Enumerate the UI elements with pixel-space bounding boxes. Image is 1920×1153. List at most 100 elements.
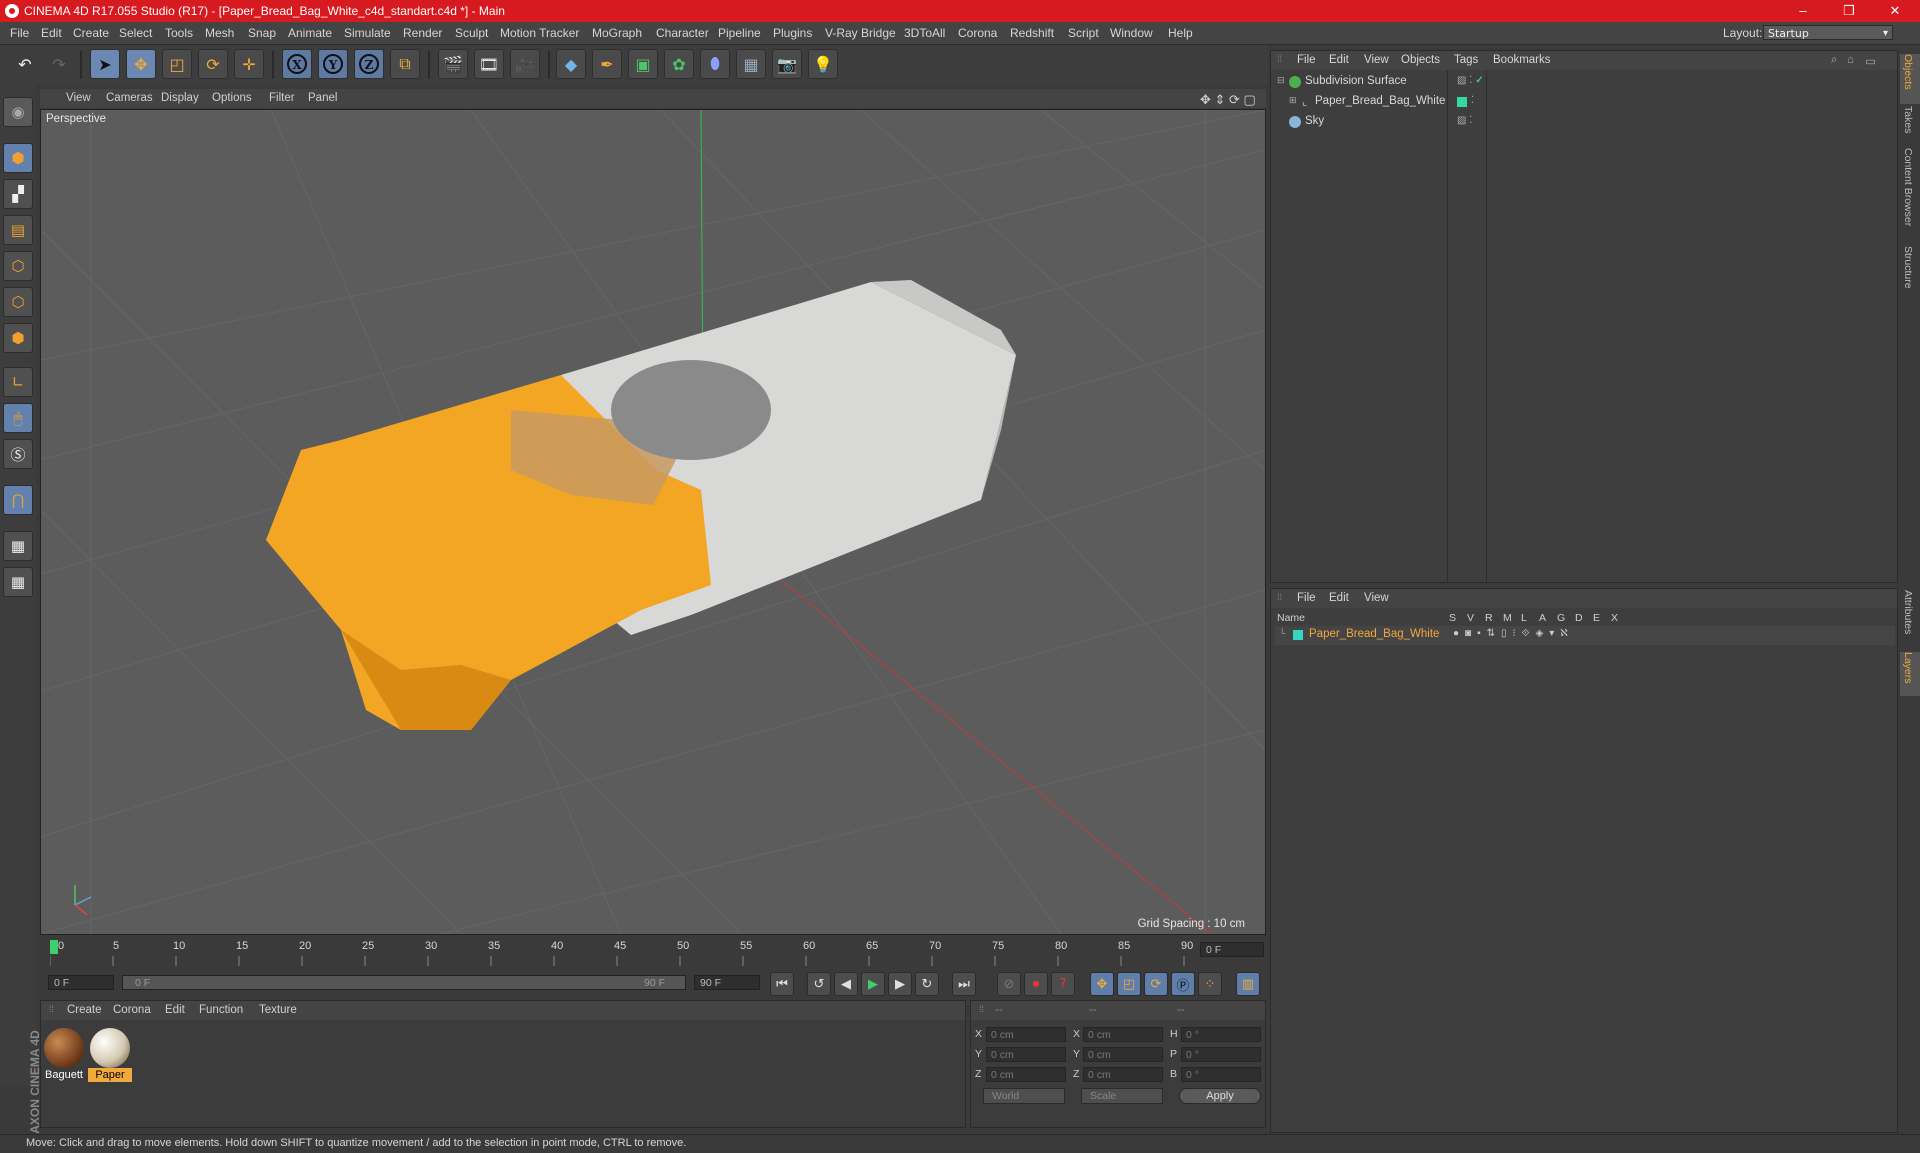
- polygons-mode-button[interactable]: ⬢: [3, 323, 33, 353]
- last-tool-button[interactable]: ✛: [234, 49, 264, 79]
- column-xref[interactable]: X: [1611, 612, 1618, 624]
- material-menu-edit[interactable]: Edit: [165, 1004, 185, 1016]
- layer-flag-icons[interactable]: ●◙▪⇅▯⁝⟐◈▾ℵ: [1453, 628, 1574, 639]
- objects-menu-view[interactable]: View: [1364, 54, 1389, 66]
- workplane-mode-button[interactable]: ▤: [3, 215, 33, 245]
- column-name[interactable]: Name: [1277, 612, 1305, 624]
- objects-menu-objects[interactable]: Objects: [1401, 54, 1440, 66]
- add-camera-button[interactable]: 📷: [772, 49, 802, 79]
- objects-menu-tags[interactable]: Tags: [1454, 54, 1478, 66]
- tab-content-browser[interactable]: Content Browser: [1900, 148, 1920, 244]
- end-frame-field[interactable]: 90 F: [694, 975, 760, 990]
- column-deformers[interactable]: D: [1575, 612, 1583, 624]
- menu-window[interactable]: Window: [1110, 26, 1153, 40]
- play-button[interactable]: ▶: [861, 972, 885, 996]
- material-menu-texture[interactable]: Texture: [259, 1004, 297, 1016]
- close-button[interactable]: ✕: [1872, 0, 1918, 22]
- pos-y-field[interactable]: 0 cm: [986, 1047, 1066, 1062]
- key-parameter-button[interactable]: Ⓟ: [1171, 972, 1195, 996]
- objects-menu-edit[interactable]: Edit: [1329, 54, 1349, 66]
- size-y-field[interactable]: 0 cm: [1083, 1047, 1163, 1062]
- viewport-menu-view[interactable]: View: [66, 92, 91, 104]
- menu-vray-bridge[interactable]: V-Ray Bridge: [825, 26, 896, 40]
- tab-takes[interactable]: Takes: [1900, 106, 1920, 146]
- snap-button[interactable]: Ⓢ: [3, 439, 33, 469]
- goto-end-button[interactable]: ⏭: [952, 972, 976, 996]
- rot-h-field[interactable]: 0 °: [1181, 1027, 1261, 1042]
- column-manager[interactable]: M: [1503, 612, 1512, 624]
- redo-button[interactable]: ↷: [44, 49, 74, 79]
- keyframe-selection-button[interactable]: ?: [1051, 972, 1075, 996]
- menu-character[interactable]: Character: [656, 26, 709, 40]
- rot-p-field[interactable]: 0 °: [1181, 1047, 1261, 1062]
- menu-redshift[interactable]: Redshift: [1010, 26, 1054, 40]
- start-frame-field[interactable]: 0 F: [48, 975, 114, 990]
- render-picture-viewer-button[interactable]: 🎞: [474, 49, 504, 79]
- menu-edit[interactable]: Edit: [41, 26, 62, 40]
- column-locked[interactable]: L: [1521, 612, 1527, 624]
- workplane-lock-button[interactable]: ▦: [3, 531, 33, 561]
- key-position-button[interactable]: ✥: [1090, 972, 1114, 996]
- menu-help[interactable]: Help: [1168, 26, 1193, 40]
- coordinate-mode-select[interactable]: Scale: [1081, 1088, 1163, 1104]
- select-tool-button[interactable]: ➤: [90, 49, 120, 79]
- material-menu-corona[interactable]: Corona: [113, 1004, 151, 1016]
- add-cube-button[interactable]: ◆: [556, 49, 586, 79]
- add-subdivision-button[interactable]: ▣: [628, 49, 658, 79]
- menu-animate[interactable]: Animate: [288, 26, 332, 40]
- settings-icon[interactable]: ▭: [1865, 54, 1876, 68]
- menu-corona[interactable]: Corona: [958, 26, 997, 40]
- tab-objects[interactable]: Objects: [1900, 54, 1920, 104]
- viewport-menu-display[interactable]: Display: [161, 92, 199, 104]
- goto-start-button[interactable]: ⏮: [770, 972, 794, 996]
- menu-3dtoall[interactable]: 3DToAll: [904, 26, 945, 40]
- scale-tool-button[interactable]: ◰: [162, 49, 192, 79]
- undo-button[interactable]: ↶: [10, 49, 40, 79]
- magnet-button[interactable]: ⋂: [3, 485, 33, 515]
- autokey-button[interactable]: ⏺: [1024, 972, 1048, 996]
- tab-structure[interactable]: Structure: [1900, 246, 1920, 304]
- coordinate-system-button[interactable]: ⧉: [390, 49, 420, 79]
- add-mograph-cloner-button[interactable]: ✿: [664, 49, 694, 79]
- tab-layers[interactable]: Layers: [1900, 652, 1920, 696]
- column-visible[interactable]: V: [1467, 612, 1474, 624]
- material-baguett[interactable]: Baguett: [42, 1026, 86, 1082]
- move-tool-button[interactable]: ✥: [126, 49, 156, 79]
- viewport-menu-panel[interactable]: Panel: [308, 92, 337, 104]
- search-icon[interactable]: ⌕: [1831, 54, 1837, 67]
- layers-menu-file[interactable]: File: [1297, 592, 1316, 604]
- x-axis-button[interactable]: X: [282, 49, 312, 79]
- key-scale-button[interactable]: ◰: [1117, 972, 1141, 996]
- tweak-mode-button[interactable]: 🖱: [3, 403, 33, 433]
- layout-select[interactable]: Startup: [1763, 25, 1893, 41]
- add-light-button[interactable]: 💡: [808, 49, 838, 79]
- workplane-align-button[interactable]: ▦: [3, 567, 33, 597]
- add-deformer-button[interactable]: ⬮: [700, 49, 730, 79]
- rotate-tool-button[interactable]: ⟳: [198, 49, 228, 79]
- maximize-button[interactable]: ❐: [1826, 0, 1872, 22]
- z-axis-button[interactable]: Z: [354, 49, 384, 79]
- visibility-dots-icon[interactable]: ⁚: [1471, 95, 1474, 106]
- layers-menu-view[interactable]: View: [1364, 592, 1389, 604]
- material-paper[interactable]: Paper: [88, 1026, 132, 1082]
- tab-attributes[interactable]: Attributes: [1900, 590, 1920, 650]
- record-keys-button[interactable]: ⊘: [997, 972, 1021, 996]
- menu-render[interactable]: Render: [403, 26, 442, 40]
- rot-b-field[interactable]: 0 °: [1181, 1067, 1261, 1082]
- object-row-paper-bread-bag[interactable]: ⊞ ⌞ Paper_Bread_Bag_White ⁚: [1275, 93, 1895, 112]
- perspective-viewport[interactable]: Perspective Grid Spacing : 10 cm: [40, 109, 1266, 935]
- menu-plugins[interactable]: Plugins: [773, 26, 812, 40]
- coordinate-space-select[interactable]: World: [983, 1088, 1065, 1104]
- menu-mesh[interactable]: Mesh: [205, 26, 234, 40]
- add-floor-button[interactable]: ▦: [736, 49, 766, 79]
- pos-x-field[interactable]: 0 cm: [986, 1027, 1066, 1042]
- expand-icon[interactable]: ⊞: [1289, 95, 1297, 106]
- timeline-ruler[interactable]: 0 5 10 15 20 25 30 35 40 45 50 55 60 65 …: [40, 938, 1266, 968]
- layer-color-swatch[interactable]: [1293, 630, 1303, 640]
- model-mode-button[interactable]: ⬢: [3, 143, 33, 173]
- menu-create[interactable]: Create: [73, 26, 109, 40]
- menu-select[interactable]: Select: [119, 26, 152, 40]
- next-key-button[interactable]: ↻: [915, 972, 939, 996]
- menu-snap[interactable]: Snap: [248, 26, 276, 40]
- objects-menu-bookmarks[interactable]: Bookmarks: [1493, 54, 1551, 66]
